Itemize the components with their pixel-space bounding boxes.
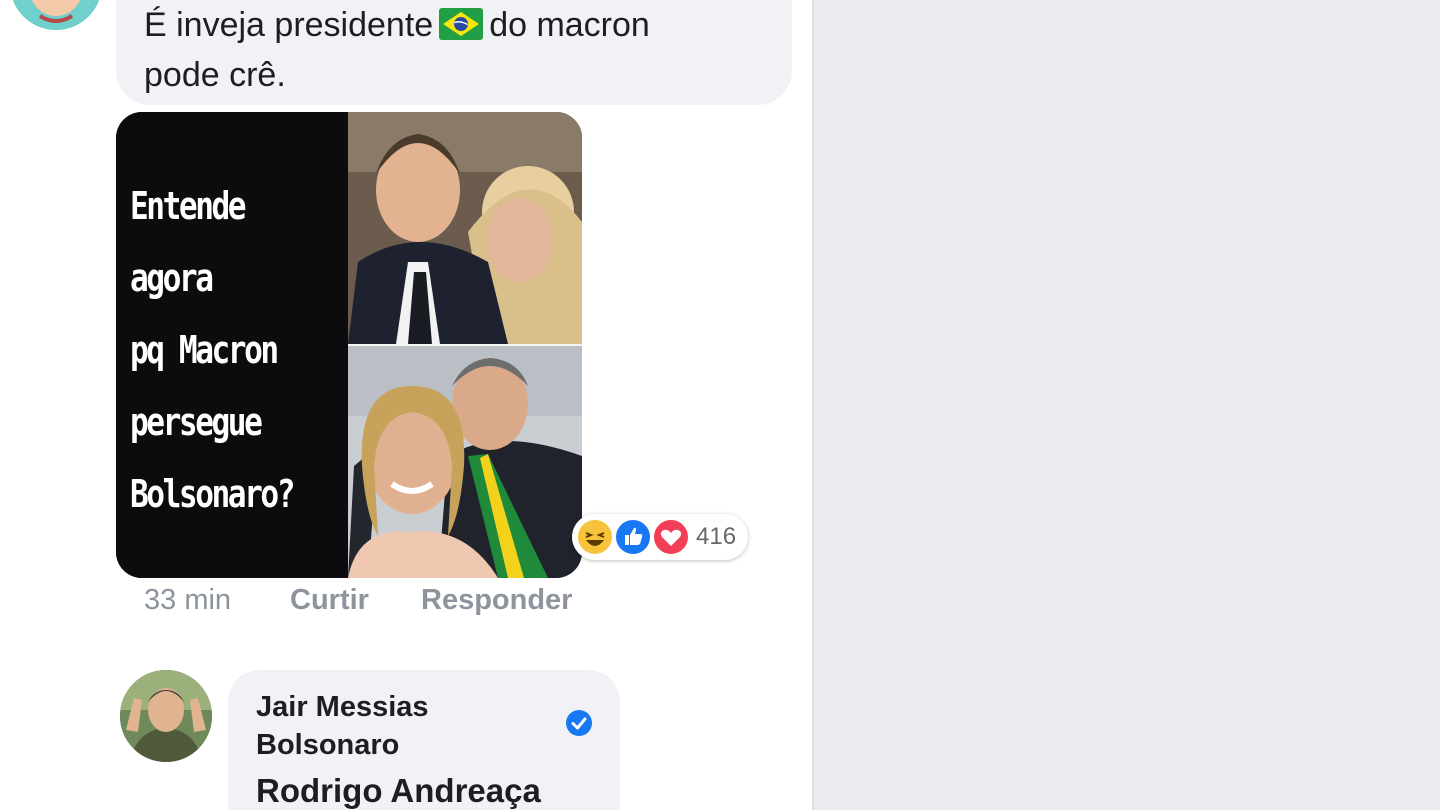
meme-line: Bolsonaro? [130,472,295,516]
reply-author-name[interactable]: Jair Messias Bolsonaro [256,688,546,764]
meme-photo-top [348,112,582,344]
meme-caption: Entende agora pq Macron persegue Bolsona… [130,170,302,530]
meme-image[interactable]: Entende agora pq Macron persegue Bolsona… [116,112,582,578]
like-icon [614,518,652,556]
reaction-count: 416 [696,523,737,550]
reactions-summary[interactable]: 416 [572,514,748,560]
meme-line: persegue [130,400,263,444]
meme-line: Entende [130,184,247,228]
meme-photo-bottom [348,346,582,578]
love-icon [652,518,690,556]
right-sidebar [814,0,1440,810]
comment-text-line2: pode crê. [144,56,286,94]
reply-link[interactable]: Responder [421,584,572,617]
meme-line: agora [130,256,214,300]
mentioned-user[interactable]: Rodrigo Andreaça [256,772,594,810]
meme-text-panel: Entende agora pq Macron persegue Bolsona… [116,112,348,578]
verified-badge-icon [566,710,592,736]
haha-icon [576,518,614,556]
reply-author-avatar[interactable] [120,670,212,762]
comment-text-line: É inveja presidente do macron [144,2,768,52]
comment-bubble: É inveja presidente do macron pode crê. [116,0,792,105]
comments-feed: É inveja presidente do macron pode crê. E… [0,0,812,810]
comment-timestamp[interactable]: 33 min [144,584,231,617]
commenter-avatar[interactable] [10,0,102,30]
like-link[interactable]: Curtir [290,584,369,617]
brazil-flag-icon [439,6,484,52]
meme-line: pq Macron [130,328,279,372]
reply-bubble: Jair Messias Bolsonaro Rodrigo Andreaça [228,670,620,810]
